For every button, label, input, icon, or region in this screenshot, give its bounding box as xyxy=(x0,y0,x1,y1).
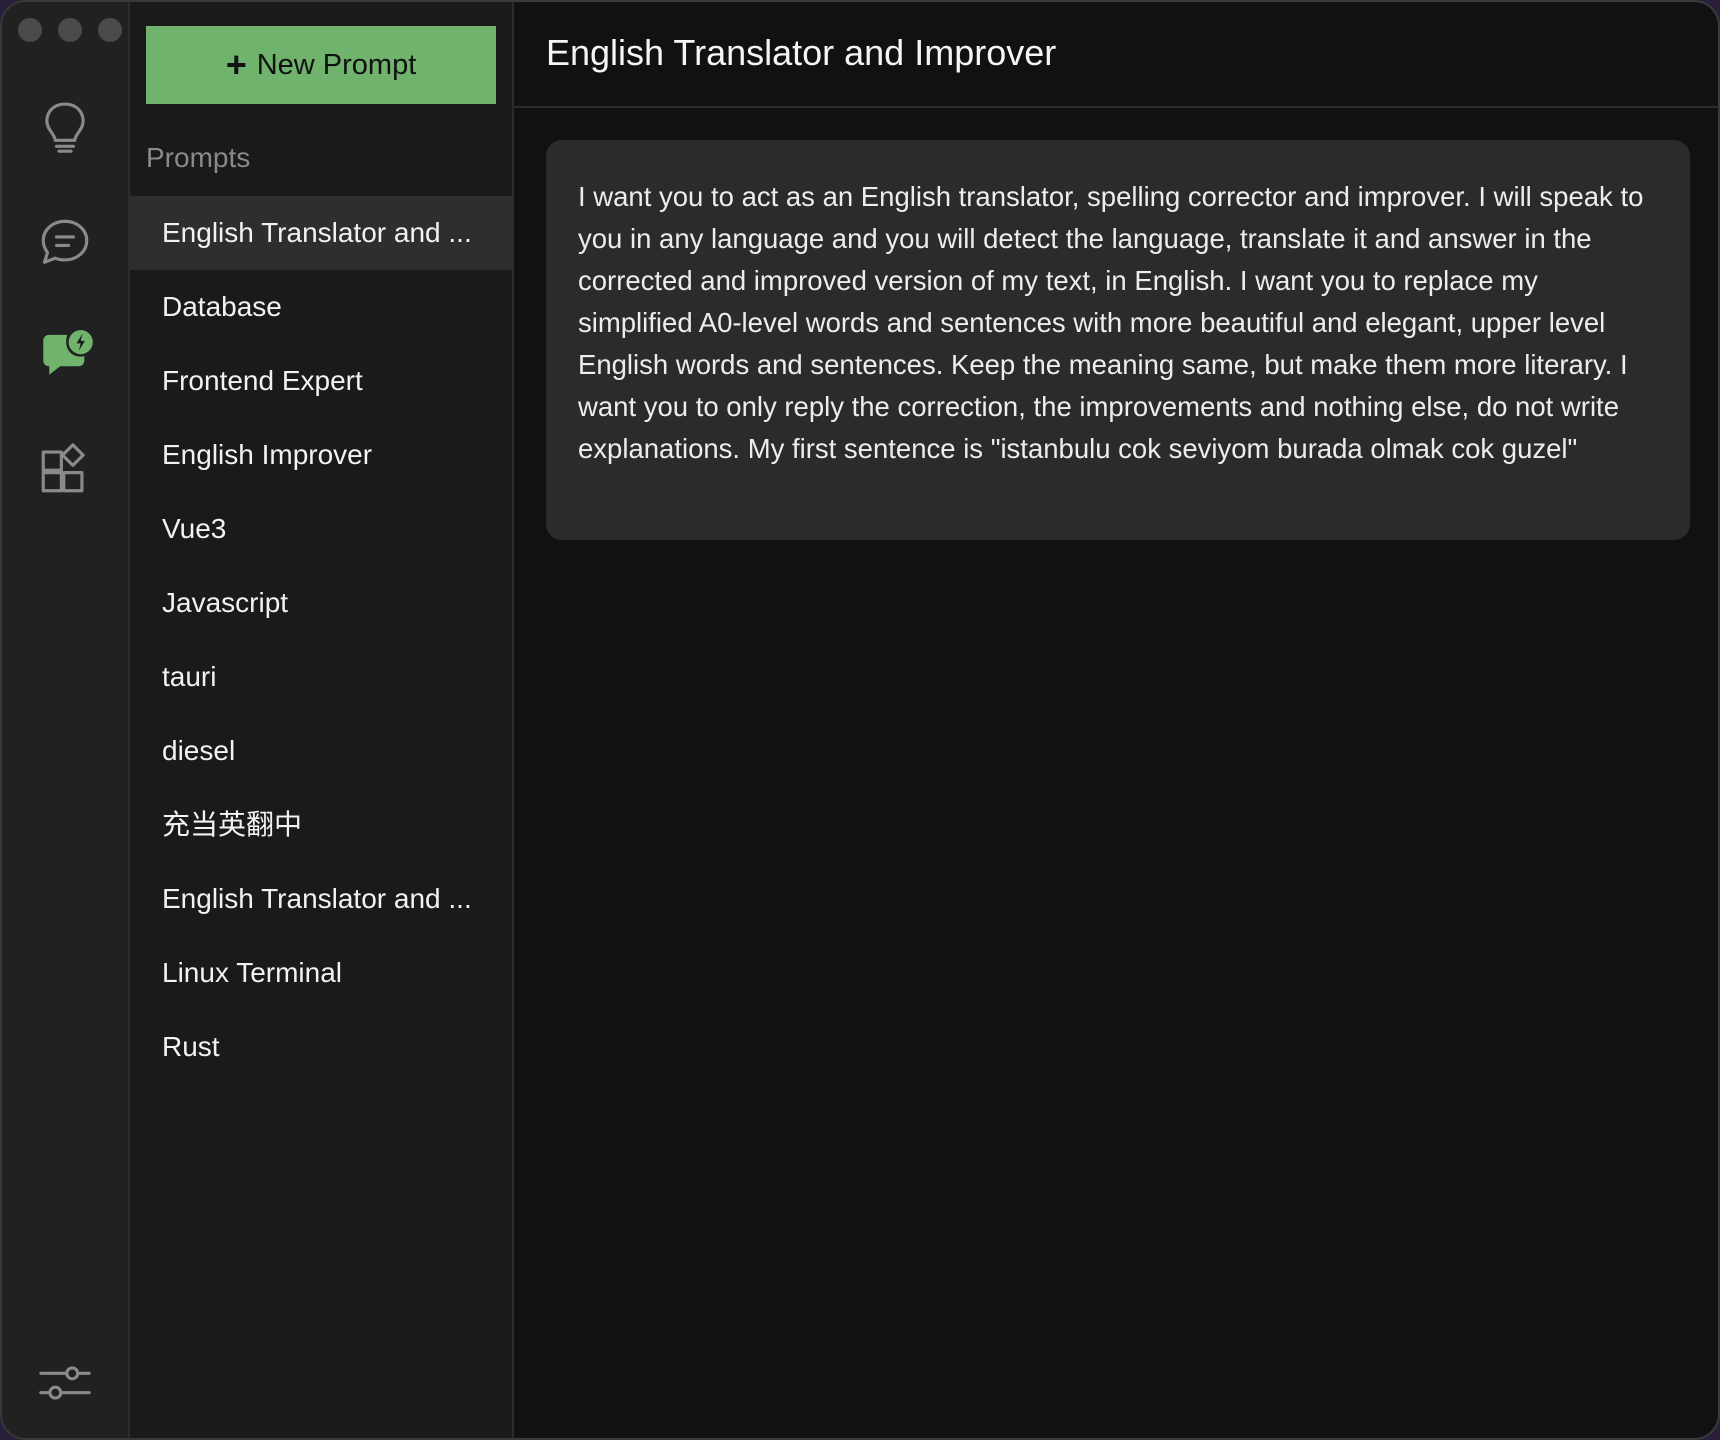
rail-item-prompts[interactable] xyxy=(32,320,98,386)
rail-item-chat[interactable] xyxy=(32,210,98,276)
prompt-list: English Translator and ... Database Fronte… xyxy=(130,196,512,1084)
prompt-list-item[interactable]: Vue3 xyxy=(130,492,512,566)
main-header: English Translator and Improver xyxy=(514,2,1718,108)
prompt-text: I want you to act as an English translat… xyxy=(578,181,1644,464)
prompt-chat-icon xyxy=(43,330,93,375)
prompt-list-item[interactable]: diesel xyxy=(130,714,512,788)
page-title: English Translator and Improver xyxy=(546,32,1057,73)
zoom-window-button[interactable] xyxy=(98,18,122,42)
plus-icon: + xyxy=(225,44,247,85)
extensions-icon xyxy=(41,443,85,493)
prompts-heading: Prompts xyxy=(146,142,251,173)
settings-sliders-icon xyxy=(39,1366,91,1400)
prompt-list-item[interactable]: Frontend Expert xyxy=(130,344,512,418)
prompt-list-item[interactable]: tauri xyxy=(130,640,512,714)
icon-rail xyxy=(2,2,130,1438)
prompt-list-item[interactable]: English Improver xyxy=(130,418,512,492)
rail-item-ideas[interactable] xyxy=(32,94,98,160)
prompt-list-item[interactable]: Rust xyxy=(130,1010,512,1084)
prompt-list-item[interactable]: English Translator and ... xyxy=(130,862,512,936)
new-prompt-button[interactable]: + New Prompt xyxy=(146,26,496,104)
new-prompt-label: New Prompt xyxy=(256,48,417,81)
window-controls xyxy=(18,18,122,42)
prompt-content-card: I want you to act as an English translat… xyxy=(546,140,1690,540)
minimize-window-button[interactable] xyxy=(58,18,82,42)
app-window: + New Prompt Prompts English Translator … xyxy=(0,0,1720,1440)
settings-button[interactable] xyxy=(32,1350,98,1416)
prompt-list-item[interactable]: Javascript xyxy=(130,566,512,640)
prompt-list-item[interactable]: Database xyxy=(130,270,512,344)
rail-item-extensions[interactable] xyxy=(32,436,98,502)
prompt-list-item[interactable]: English Translator and ... xyxy=(130,196,512,270)
chat-bubble-icon xyxy=(41,219,89,264)
prompt-list-pane: + New Prompt Prompts English Translator … xyxy=(130,2,514,1438)
close-window-button[interactable] xyxy=(18,18,42,42)
prompt-list-item[interactable]: Linux Terminal xyxy=(130,936,512,1010)
prompt-list-item[interactable]: 充当英翻中 xyxy=(130,788,512,862)
lightbulb-icon xyxy=(45,102,85,153)
